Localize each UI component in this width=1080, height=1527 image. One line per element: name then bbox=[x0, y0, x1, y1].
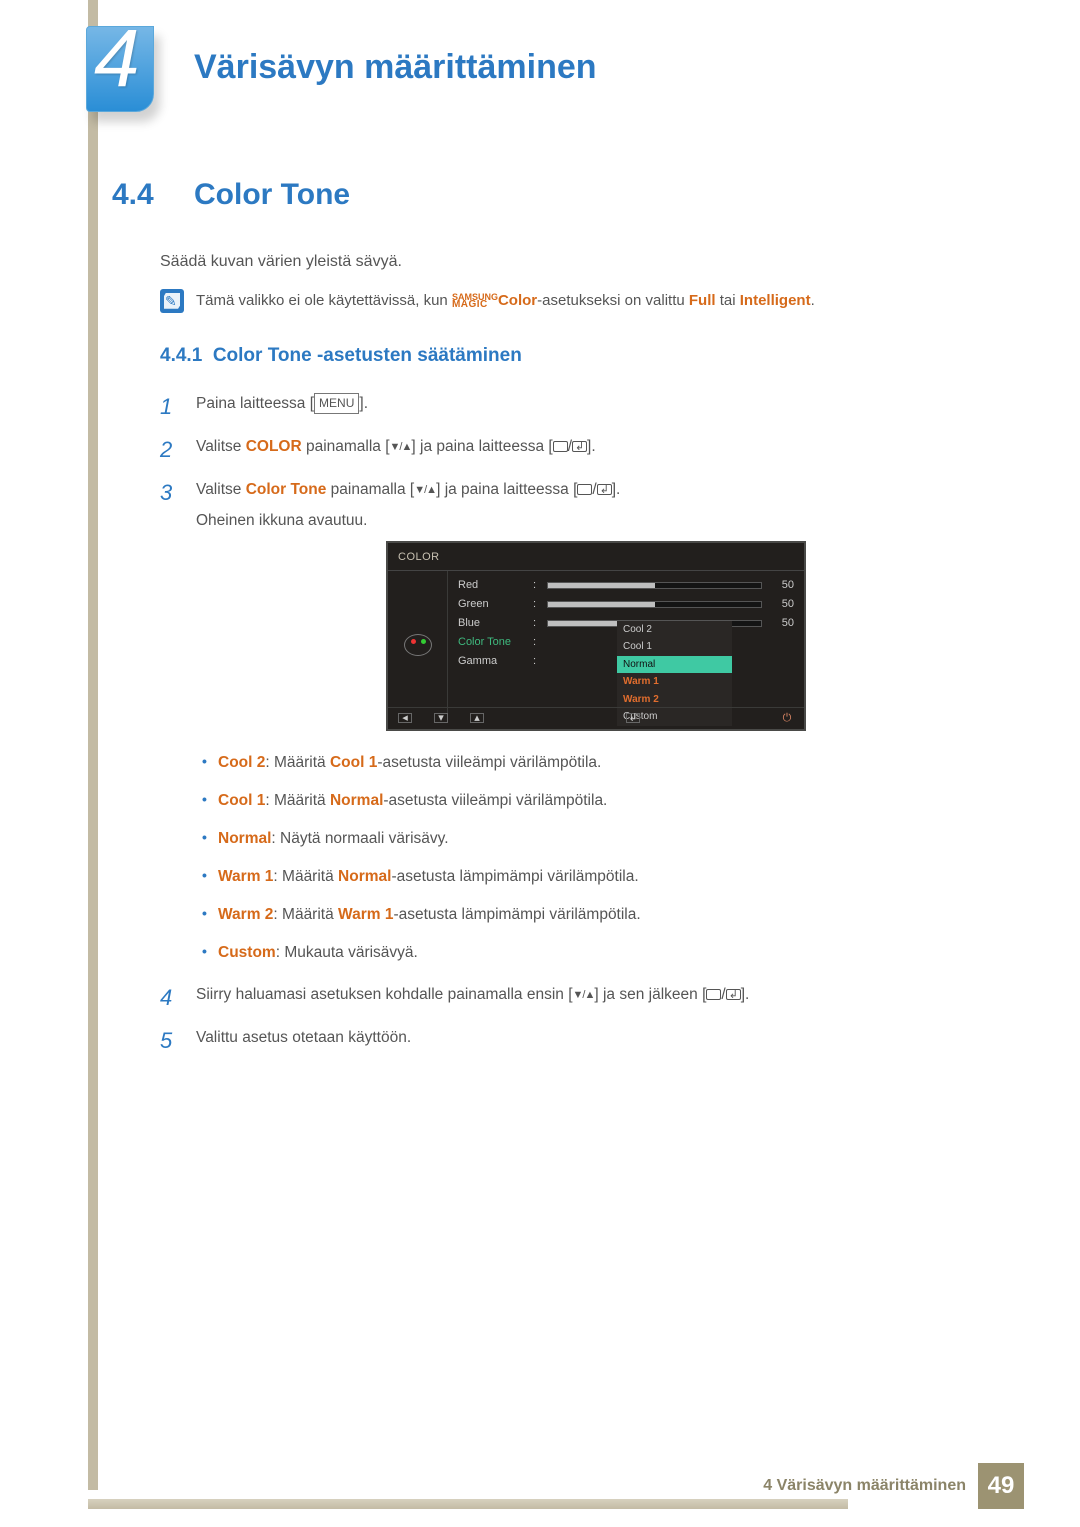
osd-left-panel bbox=[388, 571, 448, 719]
osd-option-selected: Normal bbox=[617, 656, 732, 674]
up-down-icon bbox=[390, 439, 412, 456]
osd-row-red: Red:50 bbox=[458, 577, 794, 594]
page-number: 49 bbox=[978, 1463, 1024, 1509]
osd-body: Red:50 Green:50 Blue:50 Color Tone: bbox=[388, 571, 804, 719]
palette-icon bbox=[404, 634, 432, 656]
up-down-icon bbox=[573, 987, 595, 1004]
step-1: 1 Paina laitteessa [MENU]. bbox=[160, 392, 980, 417]
section-intro: Säädä kuvan värien yleistä sävyä. bbox=[160, 250, 980, 275]
osd-value: 50 bbox=[772, 615, 794, 632]
step-body: Siirry haluamasi asetuksen kohdalle pain… bbox=[196, 986, 749, 1003]
osd-option: Cool 1 bbox=[617, 638, 732, 656]
footer-bar bbox=[88, 1499, 848, 1509]
return-icon bbox=[572, 441, 587, 452]
option-cool2: Cool 2: Määritä Cool 1-asetusta viileämp… bbox=[196, 751, 980, 775]
menu-button-label: MENU bbox=[314, 393, 359, 414]
section-title: Color Tone bbox=[194, 178, 350, 212]
rect-icon bbox=[577, 484, 592, 495]
return-icon bbox=[726, 989, 741, 1000]
samsung-magic-logo: SAMSUNGMAGIC bbox=[452, 293, 498, 310]
return-icon bbox=[597, 484, 612, 495]
side-band bbox=[88, 0, 98, 1490]
nav-up-icon bbox=[470, 713, 484, 723]
color-tone-options: Cool 2: Määritä Cool 1-asetusta viileämp… bbox=[196, 751, 980, 965]
step-body: Paina laitteessa [MENU]. bbox=[196, 395, 368, 412]
body: Säädä kuvan värien yleistä sävyä. Tämä v… bbox=[160, 250, 980, 1068]
section-number: 4.4 bbox=[112, 178, 154, 212]
osd-right-panel: Red:50 Green:50 Blue:50 Color Tone: bbox=[448, 571, 804, 719]
osd-label-active: Color Tone bbox=[458, 634, 523, 651]
step-2: 2 Valitse COLOR painamalla [] ja paina l… bbox=[160, 435, 980, 460]
note-kw-full: Full bbox=[689, 292, 716, 309]
osd-row-green: Green:50 bbox=[458, 596, 794, 613]
rect-icon bbox=[706, 989, 721, 1000]
note-suffix: . bbox=[811, 292, 815, 309]
note-mid: -asetukseksi on valittu bbox=[537, 292, 689, 309]
note-or: tai bbox=[716, 292, 740, 309]
note-prefix: Tämä valikko ei ole käytettävissä, kun bbox=[196, 292, 452, 309]
steps-list: 1 Paina laitteessa [MENU]. 2 Valitse COL… bbox=[160, 392, 980, 1050]
step-body: Valitse Color Tone painamalla [] ja pain… bbox=[196, 481, 980, 533]
note-kw-intelligent: Intelligent bbox=[740, 292, 811, 309]
kw-color-tone: Color Tone bbox=[246, 481, 327, 498]
osd-option: Warm 2 bbox=[617, 691, 732, 709]
option-warm2: Warm 2: Määritä Warm 1-asetusta lämpimäm… bbox=[196, 903, 980, 927]
note-text: Tämä valikko ei ole käytettävissä, kun S… bbox=[196, 289, 815, 312]
osd-value: 50 bbox=[772, 596, 794, 613]
step-body: Valittu asetus otetaan käyttöön. bbox=[196, 1029, 411, 1046]
nav-return-icon bbox=[626, 713, 640, 723]
step-number: 3 bbox=[160, 476, 172, 510]
subsection-title: Color Tone -asetusten säätäminen bbox=[213, 345, 522, 366]
osd-option: Cool 2 bbox=[617, 621, 732, 639]
subsection-heading: 4.4.1 Color Tone -asetusten säätäminen bbox=[160, 341, 980, 370]
step-number: 4 bbox=[160, 981, 172, 1015]
osd-nav-bar bbox=[388, 707, 804, 729]
osd-slider-green bbox=[547, 601, 762, 608]
step-body: Valitse COLOR painamalla [] ja paina lai… bbox=[196, 438, 596, 455]
nav-power-icon bbox=[780, 713, 794, 723]
option-custom: Custom: Mukauta värisävyä. bbox=[196, 941, 980, 965]
option-normal: Normal: Näytä normaali värisävy. bbox=[196, 827, 980, 851]
nav-left-icon bbox=[398, 713, 412, 723]
osd-option: Warm 1 bbox=[617, 673, 732, 691]
rect-icon bbox=[553, 441, 568, 452]
osd-screenshot: COLOR Red:50 Green:50 bbox=[386, 541, 806, 731]
step-4: 4 Siirry haluamasi asetuksen kohdalle pa… bbox=[160, 983, 980, 1008]
page: 4 Värisävyn määrittäminen 4.4 Color Tone… bbox=[0, 0, 1080, 1527]
chapter-number: 4 bbox=[94, 12, 138, 106]
note-icon bbox=[160, 289, 184, 313]
option-cool1: Cool 1: Määritä Normal-asetusta viileämp… bbox=[196, 789, 980, 813]
step-3-sub: Oheinen ikkuna avautuu. bbox=[196, 509, 980, 533]
step-number: 1 bbox=[160, 390, 172, 424]
step-5: 5 Valittu asetus otetaan käyttöön. bbox=[160, 1026, 980, 1051]
chapter-title: Värisävyn määrittäminen bbox=[194, 48, 597, 87]
osd-label: Green bbox=[458, 596, 523, 613]
option-warm1: Warm 1: Määritä Normal-asetusta lämpimäm… bbox=[196, 865, 980, 889]
osd-label: Blue bbox=[458, 615, 523, 632]
footer-text: 4 Värisävyn määrittäminen bbox=[763, 1477, 966, 1495]
osd-label: Red bbox=[458, 577, 523, 594]
subsection-number: 4.4.1 bbox=[160, 345, 202, 366]
osd-slider-red bbox=[547, 582, 762, 589]
osd-title: COLOR bbox=[388, 543, 804, 571]
step-3: 3 Valitse Color Tone painamalla [] ja pa… bbox=[160, 478, 980, 965]
osd-value: 50 bbox=[772, 577, 794, 594]
note-magic-word: Color bbox=[498, 292, 537, 309]
up-down-icon bbox=[414, 482, 436, 499]
footer: 4 Värisävyn määrittäminen 49 bbox=[763, 1463, 1024, 1509]
osd-label: Gamma bbox=[458, 653, 523, 670]
step-number: 2 bbox=[160, 433, 172, 467]
note-row: Tämä valikko ei ole käytettävissä, kun S… bbox=[160, 289, 980, 313]
nav-down-icon bbox=[434, 713, 448, 723]
step-number: 5 bbox=[160, 1024, 172, 1058]
kw-color: COLOR bbox=[246, 438, 302, 455]
